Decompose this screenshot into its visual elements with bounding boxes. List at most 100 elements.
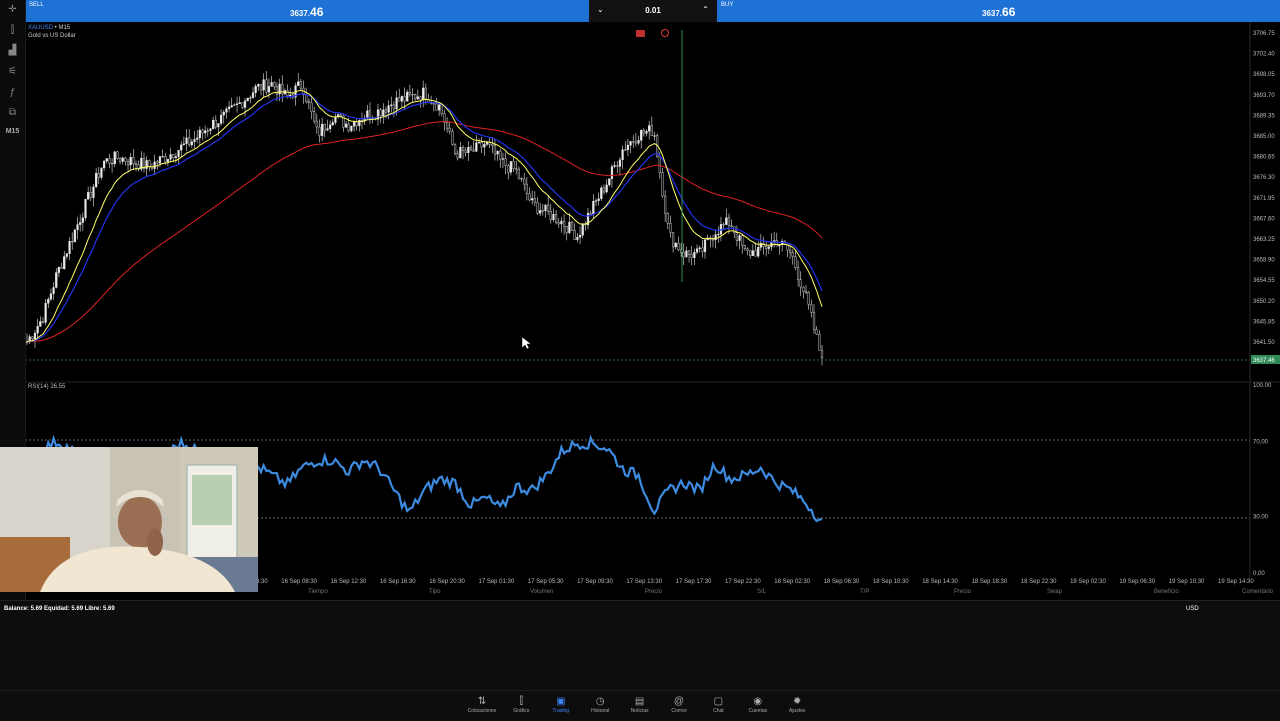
nav-label: Cotizaciones <box>467 708 497 714</box>
clock-marker-icon[interactable] <box>661 29 669 37</box>
candle-body <box>148 160 151 168</box>
candle-body <box>384 109 388 113</box>
buy-label: BUY <box>721 2 734 8</box>
candle-body <box>775 240 778 247</box>
candle-body <box>49 293 53 300</box>
account-balance: Balance: 5.69 Equidad: 5.69 Libre: 5.69 <box>4 606 115 612</box>
candle-body <box>60 266 63 269</box>
nav-label: Cuentas <box>748 708 768 714</box>
candle-body <box>794 256 797 268</box>
sell-button[interactable]: SELL 3637.46 <box>25 0 589 22</box>
candle-body <box>331 122 334 126</box>
candle-body <box>690 253 693 259</box>
col-volumen: Volumen <box>530 589 554 595</box>
candle-body <box>79 222 82 225</box>
candle-body <box>738 235 741 241</box>
candle-body <box>626 145 630 150</box>
candle-body <box>695 248 699 253</box>
price-axis-label: 3650.20 <box>1253 299 1275 305</box>
time-axis-label: 17 Sep 13:30 <box>626 579 662 585</box>
candle-body <box>326 128 329 131</box>
candle-body <box>134 163 138 165</box>
candle-body <box>562 220 566 227</box>
candle-body <box>672 232 675 248</box>
candle-body <box>557 222 560 225</box>
candle-body <box>741 235 744 246</box>
col-precio-actual: Precio <box>954 589 972 595</box>
candle-body <box>812 312 816 330</box>
lot-increase-icon[interactable]: ⌃ <box>702 5 709 14</box>
lot-selector[interactable]: ⌄ 0.01 ⌃ <box>589 0 717 22</box>
nav-trading[interactable]: ▣ Trading <box>541 691 581 714</box>
candle-body <box>262 79 265 91</box>
candle-body <box>257 84 260 87</box>
nav-ajustes[interactable]: ✹ Ajustes <box>777 691 817 714</box>
candle-body <box>749 250 752 256</box>
candle-body <box>440 104 443 114</box>
nav-chat[interactable]: ▢ Chat <box>698 691 738 714</box>
candle-body <box>366 110 369 119</box>
candle-body <box>39 321 42 327</box>
function-icon[interactable]: ƒ <box>0 87 25 98</box>
candle-body <box>528 193 531 201</box>
nav-correo[interactable]: @ Correo <box>659 691 699 714</box>
candle-body <box>640 129 643 141</box>
nav-cotizaciones[interactable]: ⇅ Cotizaciones <box>462 691 502 714</box>
nav-cuentas[interactable]: ◉ Cuentas <box>738 691 778 714</box>
candle-body <box>802 286 805 293</box>
candle-body <box>565 225 568 233</box>
candle-body <box>629 141 632 146</box>
nav-grfico[interactable]: ⫿ Gráfico <box>501 691 541 714</box>
candle-body <box>483 144 486 148</box>
lot-value[interactable]: 0.01 <box>589 6 717 15</box>
crosshair-icon[interactable]: ✛ <box>0 4 25 15</box>
candle-body <box>182 143 185 146</box>
candle-body <box>387 105 390 113</box>
candle-body <box>613 165 616 167</box>
history-icon: ◷ <box>595 696 605 707</box>
candle-body <box>214 119 217 128</box>
candle-body <box>592 200 595 215</box>
candle-body <box>323 123 326 131</box>
price-axis-label: 3654.55 <box>1253 278 1275 284</box>
candle-body <box>687 250 691 255</box>
nav-historial[interactable]: ◷ Historial <box>580 691 620 714</box>
candle-body <box>446 122 449 129</box>
news-icon: ▤ <box>634 696 645 707</box>
candle-body <box>44 303 47 323</box>
candle-body <box>618 159 622 167</box>
objects-icon[interactable]: ⧉ <box>0 107 25 118</box>
candle-body <box>158 156 162 164</box>
candle-body <box>97 173 100 178</box>
candle-type-icon[interactable]: ⫿ <box>0 25 25 36</box>
buy-button[interactable]: BUY 3637.66 <box>717 0 1280 22</box>
timeframe-button[interactable]: M15 <box>0 128 25 135</box>
candle-body <box>451 130 454 145</box>
candle-body <box>677 242 680 251</box>
indicators-icon[interactable]: ⚟ <box>0 66 25 77</box>
time-axis-label: 19 Sep 06:30 <box>1119 579 1155 585</box>
candle-body <box>230 105 233 108</box>
symbol-name: XAUUSD <box>28 25 54 31</box>
chat-icon: ▢ <box>713 696 724 707</box>
candle-body <box>653 135 656 137</box>
candle-body <box>124 157 127 162</box>
candle-body <box>461 147 465 151</box>
candle-body <box>509 161 513 173</box>
candle-body <box>113 151 116 165</box>
candle-body <box>698 247 701 249</box>
candle-body <box>807 292 810 305</box>
candle-body <box>219 114 223 124</box>
candle-body <box>570 221 574 231</box>
candle-body <box>568 221 571 233</box>
time-axis-label: 18 Sep 18:30 <box>972 579 1008 585</box>
candle-body <box>435 103 438 111</box>
candle-body <box>541 210 544 212</box>
nav-noticias[interactable]: ▤ Noticias <box>620 691 660 714</box>
candle-body <box>453 144 457 155</box>
candle-body <box>725 217 728 225</box>
chart-type-icon[interactable]: ▟ <box>0 45 25 56</box>
candle-body <box>424 87 427 101</box>
trade-marker-icon[interactable] <box>636 30 645 37</box>
nav-label: Correo <box>671 708 687 714</box>
